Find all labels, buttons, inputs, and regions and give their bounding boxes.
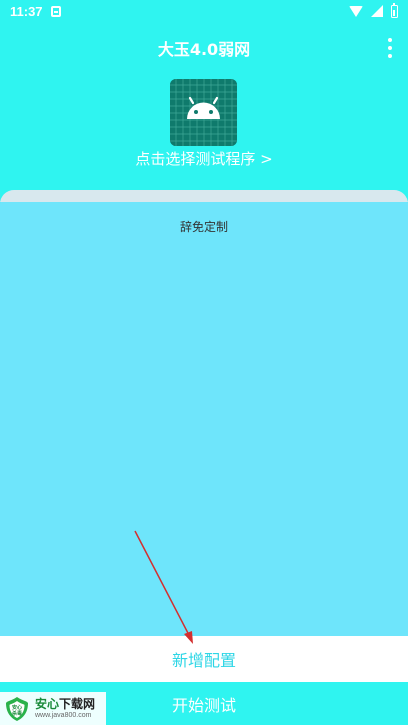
shield-logo-icon: 安心 杀毒 <box>3 695 31 723</box>
config-list-item[interactable]: 辞免定制 <box>0 218 408 236</box>
app-bar: 大玉4.0弱网 <box>0 26 408 70</box>
config-panel: 辞免定制 <box>0 190 408 636</box>
select-program-link[interactable]: 点击选择测试程序 > <box>0 148 408 170</box>
watermark: 安心 杀毒 安心下载网 www.java800.com <box>0 692 106 725</box>
wifi-icon <box>349 5 363 17</box>
svg-text:杀毒: 杀毒 <box>12 710 22 717</box>
panel-header-strip <box>0 190 408 202</box>
notification-icon <box>50 5 61 17</box>
svg-text:安心: 安心 <box>12 704 22 711</box>
add-config-button[interactable]: 新增配置 <box>0 636 408 682</box>
watermark-url: www.java800.com <box>35 712 92 719</box>
signal-icon <box>371 5 383 17</box>
status-bar: 11:37 <box>0 0 408 22</box>
status-icons <box>349 2 398 18</box>
battery-icon <box>391 2 398 18</box>
android-icon[interactable] <box>170 79 237 146</box>
status-time: 11:37 <box>10 3 43 19</box>
app-title: 大玉4.0弱网 <box>157 40 251 59</box>
watermark-text: 安心下载网 www.java800.com <box>35 697 95 720</box>
watermark-name: 安心下载网 <box>35 697 96 711</box>
more-vert-icon[interactable] <box>386 38 394 58</box>
